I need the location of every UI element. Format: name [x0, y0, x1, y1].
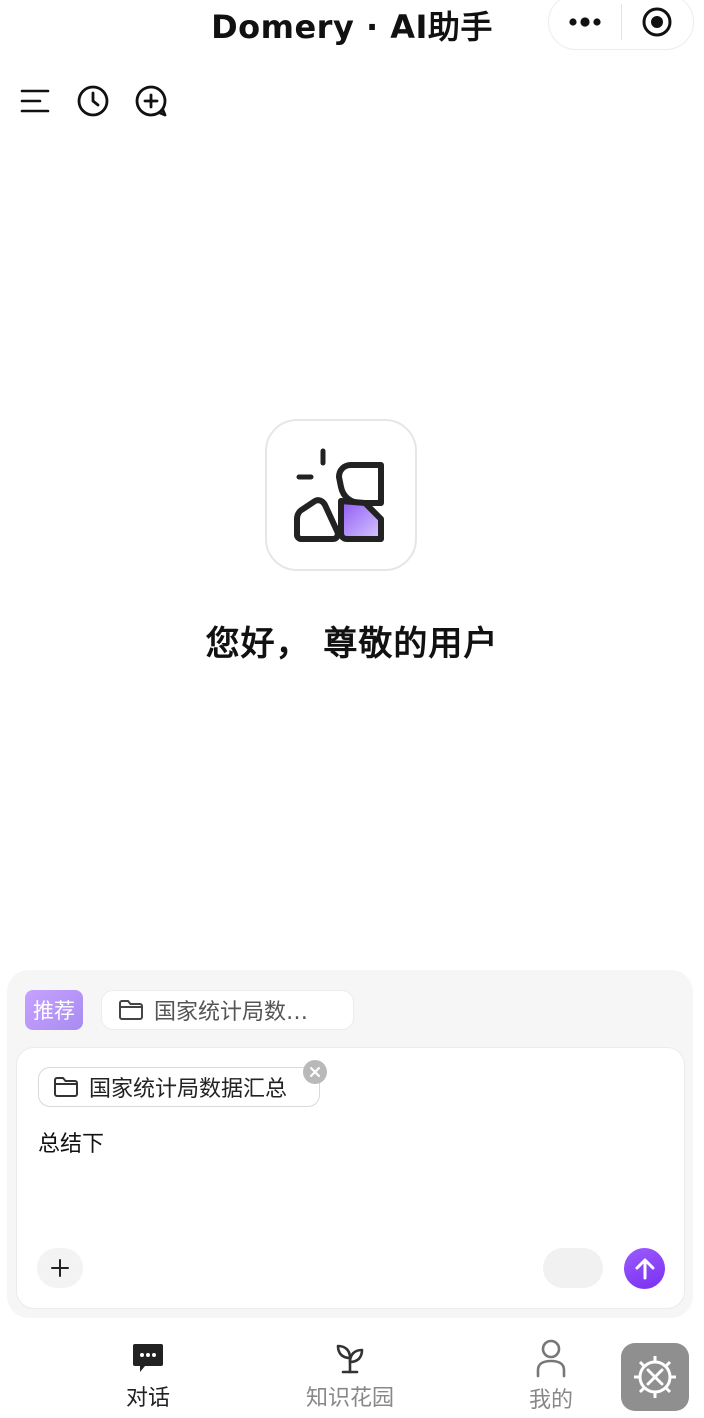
- attached-folder-chip[interactable]: 国家统计局数据汇总: [38, 1067, 320, 1107]
- chat-icon: [133, 1344, 163, 1372]
- arrow-up-icon: [635, 1258, 654, 1279]
- clock-icon: [77, 85, 109, 117]
- tab-me-label: 我的: [528, 1388, 573, 1413]
- mode-toggle-button[interactable]: [543, 1248, 603, 1288]
- new-chat-button[interactable]: [134, 84, 168, 118]
- add-attachment-button[interactable]: [37, 1248, 83, 1288]
- app-logo: [265, 419, 417, 571]
- top-toolbar: [18, 84, 168, 120]
- butterfly-logo-icon: [294, 448, 384, 542]
- folder-icon: [54, 1077, 78, 1097]
- tab-chat[interactable]: 对话: [115, 1342, 181, 1412]
- more-dots-icon: [569, 17, 601, 27]
- new-chat-plus-icon: [135, 85, 167, 117]
- folder-icon: [119, 1000, 143, 1020]
- title-bar: Domery · AI助手: [0, 0, 704, 52]
- target-circle-icon: [642, 7, 672, 37]
- tab-chat-label: 对话: [125, 1386, 170, 1411]
- app-screen: Domery · AI助手 您好， 尊敬的用户 推荐 国家统计局数… 国家统计局…: [0, 0, 704, 1418]
- tab-knowledge-garden-label: 知识花园: [305, 1386, 394, 1411]
- close-icon: [310, 1067, 320, 1077]
- send-button[interactable]: [624, 1248, 665, 1289]
- user-icon: [536, 1339, 566, 1378]
- recommend-tag: 推荐: [25, 990, 83, 1030]
- message-input-text[interactable]: 总结下: [38, 1126, 104, 1158]
- bottom-tab-bar: 对话 知识花园 我的: [0, 1330, 704, 1418]
- greeting-text: 您好， 尊敬的用户: [205, 624, 499, 664]
- recommend-chip-label: 国家统计局数…: [154, 1000, 309, 1025]
- sprout-icon: [336, 1344, 364, 1374]
- close-mini-program-button[interactable]: [622, 0, 694, 50]
- more-button[interactable]: [549, 0, 621, 50]
- mini-program-capsule: [548, 0, 694, 50]
- attached-folder-label: 国家统计局数据汇总: [89, 1077, 288, 1102]
- remove-attachment-button[interactable]: [303, 1060, 327, 1084]
- gear-tools-icon: [634, 1356, 676, 1398]
- menu-icon: [20, 89, 50, 113]
- plus-icon: [51, 1259, 69, 1277]
- recommend-chip[interactable]: 国家统计局数…: [101, 990, 354, 1030]
- history-button[interactable]: [76, 84, 110, 118]
- menu-button[interactable]: [18, 84, 52, 118]
- tab-me[interactable]: 我的: [520, 1338, 582, 1414]
- tab-knowledge-garden[interactable]: 知识花园: [298, 1342, 402, 1412]
- floating-settings-button[interactable]: [621, 1343, 689, 1411]
